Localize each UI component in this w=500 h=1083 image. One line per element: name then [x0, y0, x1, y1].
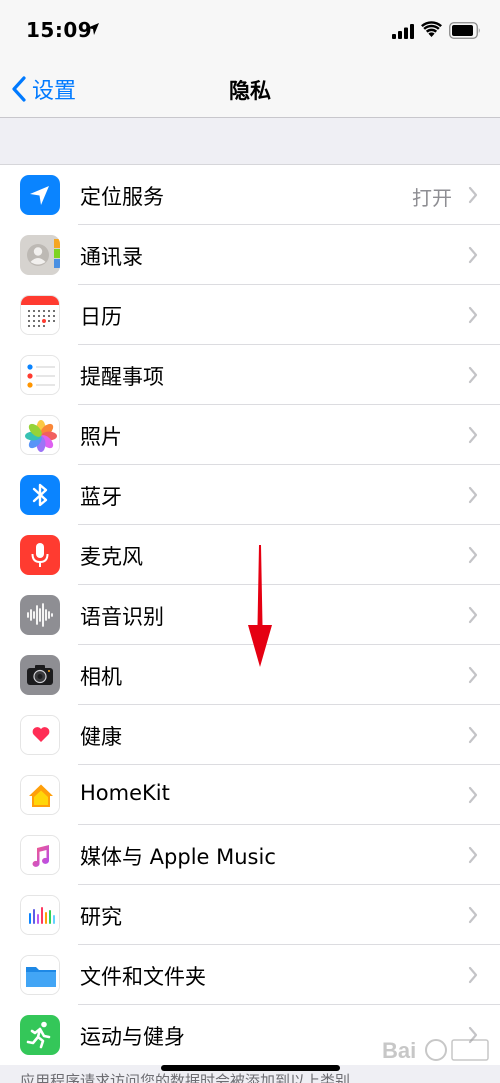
camera-icon	[20, 655, 60, 695]
homekit-icon	[20, 775, 60, 815]
microphone-icon	[20, 535, 60, 575]
calendar-icon	[20, 295, 60, 335]
navigation-bar: 设置 隐私	[0, 62, 500, 118]
watermark-logo-icon: Bai	[382, 1038, 489, 1063]
location-arrow-icon	[87, 23, 99, 35]
scroll-down-arrow-icon	[248, 545, 272, 667]
list-item-contacts[interactable]: 通讯录	[0, 225, 500, 285]
list-item-bluetooth[interactable]: 蓝牙	[0, 465, 500, 525]
list-item-research[interactable]: 研究	[0, 885, 500, 945]
list-item-label: 健康	[80, 725, 122, 749]
contacts-icon	[20, 235, 60, 275]
chevron-right-icon	[468, 186, 478, 204]
battery-icon	[449, 22, 480, 39]
wifi-icon	[421, 21, 442, 37]
section-footer-text: 应用程序请求访问您的数据时会被添加到以上类别	[20, 1072, 351, 1083]
files-icon	[20, 955, 60, 995]
list-item-label: HomeKit	[80, 781, 170, 805]
list-item-label: 运动与健身	[80, 1025, 185, 1049]
list-item-label: 提醒事项	[80, 365, 164, 389]
svg-text:Bai: Bai	[382, 1038, 416, 1063]
location-icon	[20, 175, 60, 215]
chevron-right-icon	[468, 846, 478, 864]
reminders-icon	[20, 355, 60, 395]
chevron-right-icon	[468, 366, 478, 384]
music-icon	[20, 835, 60, 875]
list-item-label: 照片	[80, 425, 122, 449]
chevron-right-icon	[468, 966, 478, 984]
list-item-label: 定位服务	[80, 185, 164, 209]
fitness-icon	[20, 1015, 60, 1055]
list-item-label: 麦克风	[80, 545, 143, 569]
chevron-right-icon	[468, 786, 478, 804]
list-item-homekit[interactable]: HomeKit	[0, 765, 500, 825]
chevron-right-icon	[468, 726, 478, 744]
list-item-reminders[interactable]: 提醒事项	[0, 345, 500, 405]
speech-recognition-icon	[20, 595, 60, 635]
page-title: 隐私	[229, 79, 271, 103]
list-item-label: 语音识别	[80, 605, 164, 629]
photos-icon	[20, 415, 60, 455]
list-item-calendar[interactable]: 日历	[0, 285, 500, 345]
list-item-label: 媒体与 Apple Music	[80, 845, 276, 869]
list-item-label: 蓝牙	[80, 485, 122, 509]
chevron-right-icon	[468, 246, 478, 264]
chevron-right-icon	[468, 426, 478, 444]
list-item-label: 研究	[80, 905, 122, 929]
chevron-right-icon	[468, 606, 478, 624]
chevron-right-icon	[468, 666, 478, 684]
status-bar: 15:09	[0, 0, 500, 62]
list-item-label: 通讯录	[80, 245, 143, 269]
list-item-location-services[interactable]: 定位服务 打开	[0, 165, 500, 225]
status-time: 15:09	[26, 18, 93, 42]
list-item-health[interactable]: 健康	[0, 705, 500, 765]
chevron-right-icon	[468, 906, 478, 924]
list-item-label: 文件和文件夹	[80, 965, 206, 989]
cellular-signal-icon	[392, 24, 414, 39]
health-icon	[20, 715, 60, 755]
list-item-files-and-folders[interactable]: 文件和文件夹	[0, 945, 500, 1005]
chevron-right-icon	[468, 546, 478, 564]
chevron-right-icon	[468, 306, 478, 324]
bluetooth-icon	[20, 475, 60, 515]
list-item-label: 相机	[80, 665, 122, 689]
list-item-label: 日历	[80, 305, 122, 329]
list-item-value: 打开	[412, 186, 452, 210]
list-item-media-apple-music[interactable]: 媒体与 Apple Music	[0, 825, 500, 885]
list-item-photos[interactable]: 照片	[0, 405, 500, 465]
research-icon	[20, 895, 60, 935]
home-indicator[interactable]	[161, 1065, 340, 1071]
chevron-right-icon	[468, 486, 478, 504]
